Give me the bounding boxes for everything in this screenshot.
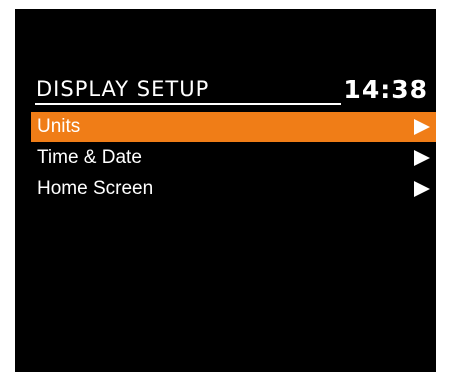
clock: 14:38: [343, 75, 428, 104]
menu-item-time-date[interactable]: Time & Date: [31, 143, 436, 173]
menu-item-label: Home Screen: [37, 178, 154, 199]
menu-item-label: Time & Date: [37, 147, 142, 168]
menu-item-label: Units: [37, 116, 81, 137]
menu-item-home-screen[interactable]: Home Screen: [31, 174, 436, 204]
page-title: DISPLAY SETUP: [36, 77, 210, 101]
right-arrow-icon: [414, 150, 430, 166]
screen-header: DISPLAY SETUP 14:38: [15, 9, 436, 109]
device-screen: DISPLAY SETUP 14:38 Units Time & Date Ho…: [15, 9, 436, 372]
right-arrow-icon: [414, 119, 430, 135]
menu-list: Units Time & Date Home Screen: [31, 112, 436, 205]
menu-item-units[interactable]: Units: [31, 112, 436, 142]
right-arrow-icon: [414, 181, 430, 197]
title-divider: [35, 103, 341, 105]
